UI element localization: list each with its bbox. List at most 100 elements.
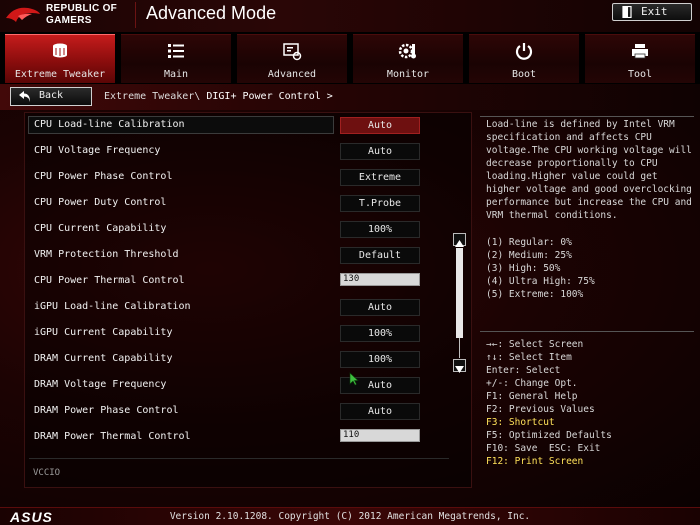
setting-label: DRAM Current Capability xyxy=(34,353,173,364)
main-area: CPU Load-line Calibration Auto CPU Volta… xyxy=(0,110,700,507)
setting-label: DRAM Voltage Frequency xyxy=(34,379,167,390)
scroll-up-button[interactable] xyxy=(453,233,466,247)
level-item: (4) Ultra High: 75% xyxy=(486,276,595,287)
setting-row-cpu-voltage-frequency[interactable]: CPU Voltage Frequency Auto xyxy=(28,142,446,162)
setting-label: CPU Power Duty Control xyxy=(34,197,167,208)
exit-button[interactable]: Exit xyxy=(612,3,692,21)
setting-row-cpu-current-capability[interactable]: CPU Current Capability 100% xyxy=(28,220,446,240)
setting-label: CPU Power Thermal Control xyxy=(34,275,185,286)
monitor-gear-icon xyxy=(398,43,416,59)
setting-value-select[interactable]: 100% xyxy=(340,325,420,342)
breadcrumb-parent[interactable]: Extreme Tweaker\ xyxy=(104,91,200,102)
navigation-bar: Back Extreme Tweaker\ DIGI+ Power Contro… xyxy=(0,84,700,110)
tab-bar: Extreme Tweaker Main Advanced Monitor Bo… xyxy=(0,32,700,84)
tab-label: Tool xyxy=(627,69,653,80)
power-icon xyxy=(515,43,533,60)
setting-value-select[interactable]: T.Probe xyxy=(340,195,420,212)
header-bar: REPUBLIC OF GAMERS Advanced Mode Exit xyxy=(0,0,700,32)
level-item: (3) High: 50% xyxy=(486,263,561,274)
setting-label: DRAM Power Thermal Control xyxy=(34,431,191,442)
help-description: Load-line is defined by Intel VRM specif… xyxy=(486,118,692,222)
tab-label: Extreme Tweaker xyxy=(14,69,106,80)
level-item: (5) Extreme: 100% xyxy=(486,289,584,300)
setting-label: CPU Power Phase Control xyxy=(34,171,173,182)
tab-label: Main xyxy=(163,69,189,80)
printer-tool-icon xyxy=(632,44,648,59)
level-item: (1) Regular: 0% xyxy=(486,237,572,248)
setting-value-input[interactable]: 130 xyxy=(340,273,420,286)
key-hint: Enter: Select xyxy=(486,365,561,376)
setting-row-igpu-load-line-calibration[interactable]: iGPU Load-line Calibration Auto xyxy=(28,298,446,318)
setting-row-igpu-current-capability[interactable]: iGPU Current Capability 100% xyxy=(28,324,446,344)
setting-value-select[interactable]: Extreme xyxy=(340,169,420,186)
help-line: performance but increase the CPU and xyxy=(486,197,692,208)
key-legend: →←: Select Screen ↑↓: Select Item Enter:… xyxy=(486,338,612,468)
tab-monitor[interactable]: Monitor xyxy=(353,34,463,83)
setting-label: CPU Load-line Calibration xyxy=(34,119,185,130)
setting-row-cpu-power-thermal-control[interactable]: CPU Power Thermal Control 130 xyxy=(28,272,446,292)
tab-extreme-tweaker[interactable]: Extreme Tweaker xyxy=(5,34,115,83)
key-hint: F10: Save ESC: Exit xyxy=(486,443,601,454)
setting-label: VRM Protection Threshold xyxy=(34,249,179,260)
setting-row-cpu-load-line-calibration[interactable]: CPU Load-line Calibration Auto xyxy=(28,116,446,136)
help-line: loading.Higher value could get xyxy=(486,171,658,182)
setting-value-select[interactable]: Auto xyxy=(340,403,420,420)
rog-logo: REPUBLIC OF GAMERS xyxy=(4,2,130,30)
setting-row-dram-power-phase-control[interactable]: DRAM Power Phase Control Auto xyxy=(28,402,446,422)
tab-label: Boot xyxy=(511,69,537,80)
exit-label: Exit xyxy=(641,5,668,18)
setting-row-dram-voltage-frequency[interactable]: DRAM Voltage Frequency Auto xyxy=(28,376,446,396)
help-line: higher voltage and good overclocking xyxy=(486,184,692,195)
partial-setting-label[interactable]: VCCIO xyxy=(33,468,60,478)
key-hint: F2: Previous Values xyxy=(486,404,595,415)
scroll-thumb[interactable] xyxy=(456,248,463,338)
help-line: VRM thermal conditions. xyxy=(486,210,618,221)
setting-value-input[interactable]: 110 xyxy=(340,429,420,442)
key-hint-print-screen[interactable]: F12: Print Screen xyxy=(486,455,612,468)
setting-row-vrm-protection-threshold[interactable]: VRM Protection Threshold Default xyxy=(28,246,446,266)
help-line: specification and affects CPU xyxy=(486,132,652,143)
key-hint: +/-: Change Opt. xyxy=(486,378,578,389)
tab-advanced[interactable]: Advanced xyxy=(237,34,347,83)
level-list: (1) Regular: 0% (2) Medium: 25% (3) High… xyxy=(486,236,595,301)
breadcrumb: Extreme Tweaker\ DIGI+ Power Control > xyxy=(104,91,333,102)
setting-value-select[interactable]: Auto xyxy=(340,299,420,316)
tweaker-icon xyxy=(53,43,67,58)
settings-panel: CPU Load-line Calibration Auto CPU Volta… xyxy=(24,112,472,488)
setting-label: CPU Voltage Frequency xyxy=(34,145,161,156)
setting-row-cpu-power-duty-control[interactable]: CPU Power Duty Control T.Probe xyxy=(28,194,446,214)
tab-main[interactable]: Main xyxy=(121,34,231,83)
setting-value-select[interactable]: Auto xyxy=(340,117,420,134)
breadcrumb-current: DIGI+ Power Control > xyxy=(206,91,333,102)
key-hint: F5: Optimized Defaults xyxy=(486,430,612,441)
setting-row-dram-power-thermal-control[interactable]: DRAM Power Thermal Control 110 xyxy=(28,428,446,448)
back-label: Back xyxy=(39,90,64,101)
scrollbar[interactable] xyxy=(453,233,466,373)
tab-label: Advanced xyxy=(267,69,317,80)
rog-eye-icon xyxy=(6,7,40,22)
setting-row-cpu-power-phase-control[interactable]: CPU Power Phase Control Extreme xyxy=(28,168,446,188)
help-line: Load-line is defined by Intel VRM xyxy=(486,119,675,130)
tab-tool[interactable]: Tool xyxy=(585,34,695,83)
help-line: decrease proportionally to CPU xyxy=(486,158,658,169)
scroll-down-button[interactable] xyxy=(453,359,466,373)
key-hint: →←: Select Screen xyxy=(486,339,584,350)
setting-value-select[interactable]: Auto xyxy=(340,143,420,160)
status-bar: ASUS Version 2.10.1208. Copyright (C) 20… xyxy=(0,507,700,525)
tab-label: Monitor xyxy=(386,69,430,80)
exit-door-icon xyxy=(622,6,632,18)
setting-row-dram-current-capability[interactable]: DRAM Current Capability 100% xyxy=(28,350,446,370)
setting-label: CPU Current Capability xyxy=(34,223,167,234)
help-divider-top xyxy=(480,116,694,117)
triangle-down-icon xyxy=(455,366,464,373)
version-text: Version 2.10.1208. Copyright (C) 2012 Am… xyxy=(169,511,531,522)
level-item: (2) Medium: 25% xyxy=(486,250,572,261)
key-hint-shortcut[interactable]: F3: Shortcut xyxy=(486,416,612,429)
back-button[interactable]: Back xyxy=(10,87,92,106)
setting-value-select[interactable]: 100% xyxy=(340,351,420,368)
setting-label: iGPU Load-line Calibration xyxy=(34,301,191,312)
setting-value-select[interactable]: 100% xyxy=(340,221,420,238)
setting-value-select[interactable]: Default xyxy=(340,247,420,264)
key-hint: ↑↓: Select Item xyxy=(486,352,572,363)
tab-boot[interactable]: Boot xyxy=(469,34,579,83)
